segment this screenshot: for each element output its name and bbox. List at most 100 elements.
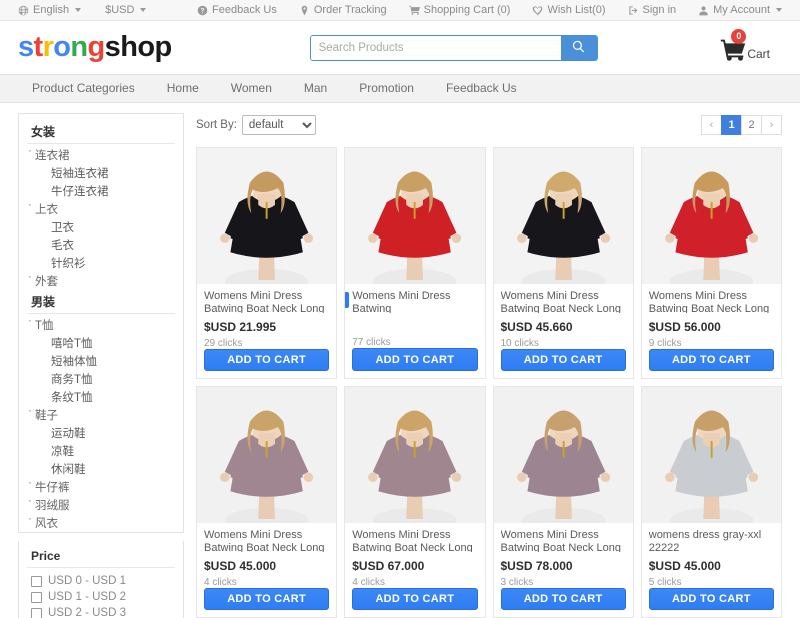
topbar-link-my-account[interactable]: My Account [698,4,782,16]
sort-select[interactable]: default [241,115,316,135]
logo-letter-0: s [18,31,34,63]
product-image[interactable] [197,387,337,523]
add-to-cart-button[interactable]: ADD TO CART [648,348,774,371]
product-card[interactable]: Womens Mini Dress Batwing Boat Neck Long… [196,386,338,618]
add-to-cart-button[interactable]: ADD TO CART [500,587,626,610]
add-to-cart-button[interactable]: ADD TO CART [204,587,330,610]
product-image[interactable] [345,387,485,523]
category-item-0-5[interactable]: 毛衣 [27,236,175,254]
product-title[interactable]: Womens Mini Dress Batwing Boat Neck Long… [352,529,477,552]
add-to-cart-button[interactable]: ADD TO CART [352,587,478,610]
product-price: $USD 45.000 [204,558,277,573]
product-image[interactable] [641,148,781,284]
category-item-0-3[interactable]: 上衣 [27,199,175,218]
price-filter-label-0: USD 0 - USD 1 [48,575,126,587]
nav-item-2[interactable]: Women [215,74,288,103]
topbar-link-order-tracking[interactable]: Order Tracking [299,4,387,16]
product-card[interactable]: Womens Mini Dress Batwing 77 clicks ADD TO… [344,147,486,379]
product-card-body: womens dress gray-xxl 22222 $USD 45.000 5 … [642,523,781,617]
site-logo[interactable]: strongshop [18,31,172,64]
product-card[interactable]: Womens Mini Dress Batwing Boat Neck Long… [640,147,782,379]
price-filter-checkbox-2[interactable] [31,607,42,618]
topbar-link-feedback[interactable]: Feedback Us [197,4,277,16]
product-listing: Sort By: default ‹ 1 2 › Womens Mini Dress … [196,113,782,618]
add-to-cart-button[interactable]: ADD TO CART [648,587,774,610]
logo-letter-7: h [120,31,138,63]
category-item-1-8[interactable]: 休闲鞋 [27,460,175,478]
pagination-next[interactable]: › [761,115,782,135]
category-item-0-7[interactable]: 外套 [27,271,175,290]
logo-letter-5: g [87,31,106,63]
topbar-link-sign-in[interactable]: Sign in [628,4,676,16]
nav-item-1[interactable]: Home [151,74,215,103]
nav-item-0[interactable]: Product Categories [18,74,151,103]
search-input[interactable] [310,35,561,60]
currency-selector[interactable]: $USD [105,4,147,16]
category-item-0-1[interactable]: 短袖连衣裙 [27,164,175,182]
user-icon [698,5,709,16]
product-image[interactable] [493,387,633,523]
product-title[interactable]: Womens Mini Dress Batwing Boat Neck Long… [649,290,774,313]
category-item-1-1[interactable]: 嘻哈T恤 [27,334,175,352]
product-image[interactable] [493,148,633,284]
category-item-1-9[interactable]: 牛仔裤 [27,477,175,496]
category-item-1-11[interactable]: 风衣 [27,513,175,532]
topbar-link-shopping-cart[interactable]: Shopping Cart (0) [408,4,510,16]
add-to-cart-button[interactable]: ADD TO CART [204,348,330,371]
product-card[interactable]: Womens Mini Dress Batwing Boat Neck Long… [196,147,338,379]
price-filter-checkbox-0[interactable] [31,575,42,587]
category-item-1-2[interactable]: 短袖体恤 [27,352,175,370]
product-title[interactable]: Womens Mini Dress Batwing Boat Neck Long… [204,529,329,552]
price-filter-row-2[interactable]: USD 2 - USD 3 [27,605,175,618]
main-navigation: Product Categories Home Women Man Promotion F… [0,74,800,103]
pagination-page-2[interactable]: 2 [741,115,762,135]
category-item-0-4[interactable]: 卫衣 [27,218,175,236]
nav-item-5[interactable]: Feedback Us [430,74,533,103]
topbar-link-label: Wish List(0) [547,4,606,16]
language-selector[interactable]: English [18,4,82,16]
product-card[interactable]: Womens Mini Dress Batwing Boat Neck Long… [492,147,634,379]
product-title[interactable]: Womens Mini Dress Batwing Boat Neck Long… [501,529,626,552]
product-card[interactable]: Womens Mini Dress Batwing Boat Neck Long… [344,386,486,618]
cart-count-badge: 0 [731,28,747,44]
product-card-body: Womens Mini Dress Batwing Boat Neck Long… [197,284,336,378]
product-image[interactable] [345,148,485,284]
add-to-cart-button[interactable]: ADD TO CART [500,348,626,371]
pagination-prev[interactable]: ‹ [701,115,722,135]
product-card[interactable]: womens dress gray-xxl 22222 $USD 45.000 5 … [640,386,782,618]
product-card[interactable]: Womens Mini Dress Batwing Boat Neck Long… [492,386,634,618]
product-price: $USD 21.995 [204,319,277,334]
category-item-1-4[interactable]: 条纹T恤 [27,388,175,406]
chevron-down-icon [140,8,147,12]
category-item-1-10[interactable]: 羽绒服 [27,495,175,514]
category-item-0-6[interactable]: 针织衫 [27,254,175,272]
price-filter-row-0[interactable]: USD 0 - USD 1 [27,573,175,589]
nav-item-3[interactable]: Man [288,74,343,103]
logo-letter-4: n [70,31,88,63]
add-to-cart-button[interactable]: ADD TO CART [352,348,478,371]
product-price: $USD 56.000 [648,319,721,334]
category-item-0-0[interactable]: 连衣裙 [27,145,175,164]
product-image[interactable] [197,148,337,284]
cart-widget[interactable]: 0 Cart [718,28,782,63]
category-item-1-3[interactable]: 商务T恤 [27,370,175,388]
product-title[interactable]: womens dress gray-xxl 22222 [649,529,774,552]
product-clicks: 4 clicks [352,576,386,588]
product-title[interactable]: Womens Mini Dress Batwing [352,290,477,313]
price-filter-checkbox-1[interactable] [31,591,42,603]
pagination-page-1[interactable]: 1 [721,115,742,135]
category-item-1-0[interactable]: T恤 [27,315,175,334]
category-item-1-5[interactable]: 鞋子 [27,405,175,424]
category-item-1-6[interactable]: 运动鞋 [27,424,175,442]
product-grid: Womens Mini Dress Batwing Boat Neck Long… [196,147,782,618]
product-image[interactable] [641,387,781,523]
category-item-1-7[interactable]: 凉鞋 [27,442,175,460]
price-filter-row-1[interactable]: USD 1 - USD 2 [27,589,175,605]
search-button[interactable] [560,35,597,60]
nav-item-4[interactable]: Promotion [343,74,430,103]
category-item-0-2[interactable]: 牛仔连衣裙 [27,182,175,200]
product-title[interactable]: Womens Mini Dress Batwing Boat Neck Long… [501,290,626,313]
category-item-1-12[interactable]: 大衣 [28,531,32,532]
product-title[interactable]: Womens Mini Dress Batwing Boat Neck Long… [204,290,329,313]
topbar-link-wish-list[interactable]: Wish List(0) [532,4,606,16]
